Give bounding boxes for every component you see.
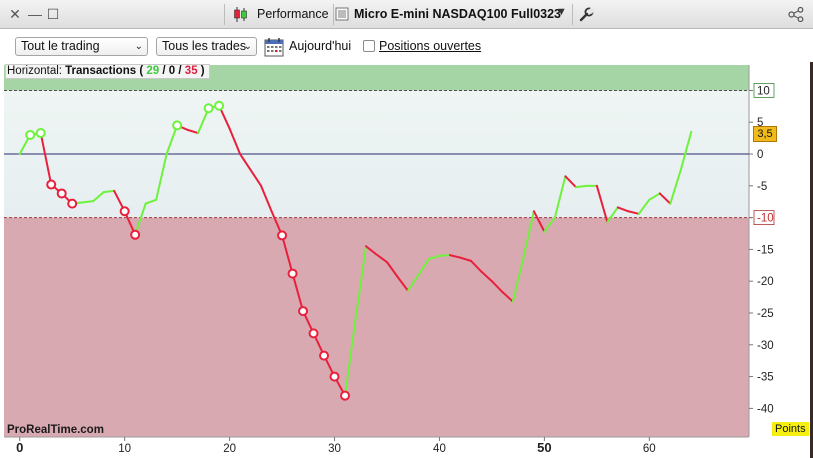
trade-marker — [25, 129, 36, 140]
equity-segment — [81, 200, 95, 204]
winners-count: 29 — [146, 65, 160, 77]
trade-marker — [46, 179, 57, 190]
trade-marker — [172, 120, 183, 131]
trade-marker — [277, 230, 288, 241]
x-tick-label: 0 — [16, 440, 23, 455]
watermark: ProRealTime.com — [7, 424, 104, 436]
losers-count: 35 — [184, 65, 198, 77]
y-tick-label: -15 — [757, 244, 774, 256]
trade-marker — [214, 100, 225, 111]
last-value-label: 3,5 — [753, 126, 777, 142]
trade-marker — [308, 328, 319, 339]
separator-text: / — [178, 65, 182, 77]
trade-marker — [119, 206, 130, 217]
x-tick-label: 30 — [328, 443, 341, 455]
trade-marker — [35, 128, 46, 139]
y-tick-label: -20 — [757, 276, 774, 288]
y-tick-label: 0 — [757, 149, 763, 161]
trade-marker — [203, 103, 214, 114]
y-tick-label: -5 — [757, 181, 767, 193]
x-tick-label: 50 — [537, 440, 551, 455]
y-tick-label: -25 — [757, 308, 774, 320]
x-tick-label: 20 — [223, 443, 236, 455]
trade-marker — [329, 371, 340, 382]
trade-marker — [67, 198, 78, 209]
trade-marker — [340, 390, 351, 401]
trade-marker — [319, 350, 330, 361]
performance-window: ✕ — ☐ Performance Micro E-mini NASDAQ100… — [0, 0, 813, 458]
y-tick-label: -30 — [757, 340, 774, 352]
separator-text: / — [162, 65, 166, 77]
equity-segment — [438, 254, 451, 257]
paren-close: ) — [200, 65, 205, 77]
x-tick-label: 60 — [643, 443, 656, 455]
units-badge: Points — [772, 422, 809, 436]
trade-marker — [287, 268, 298, 279]
trade-marker — [130, 229, 141, 240]
y-tick-label: -10 — [757, 213, 774, 225]
loss-zone — [4, 217, 749, 437]
equity-segment — [102, 189, 116, 194]
trade-marker — [298, 306, 309, 317]
x-tick-label: 10 — [118, 443, 131, 455]
neutral-count: 0 — [168, 65, 176, 77]
panel-title: Transactions — [65, 65, 137, 77]
x-tick-label: 40 — [433, 443, 446, 455]
paren-open: ( — [139, 65, 144, 77]
panel-label: Horizontal: Transactions ( 29 / 0 / 35 ) — [5, 64, 210, 79]
equity-segment — [574, 184, 588, 189]
y-tick-label: -35 — [757, 372, 774, 384]
panel-prefix: Horizontal: — [7, 65, 62, 77]
y-tick-label: -40 — [757, 403, 774, 415]
trade-marker — [56, 188, 67, 199]
y-tick-label: 10 — [757, 85, 770, 97]
x-axis-area — [4, 437, 749, 458]
